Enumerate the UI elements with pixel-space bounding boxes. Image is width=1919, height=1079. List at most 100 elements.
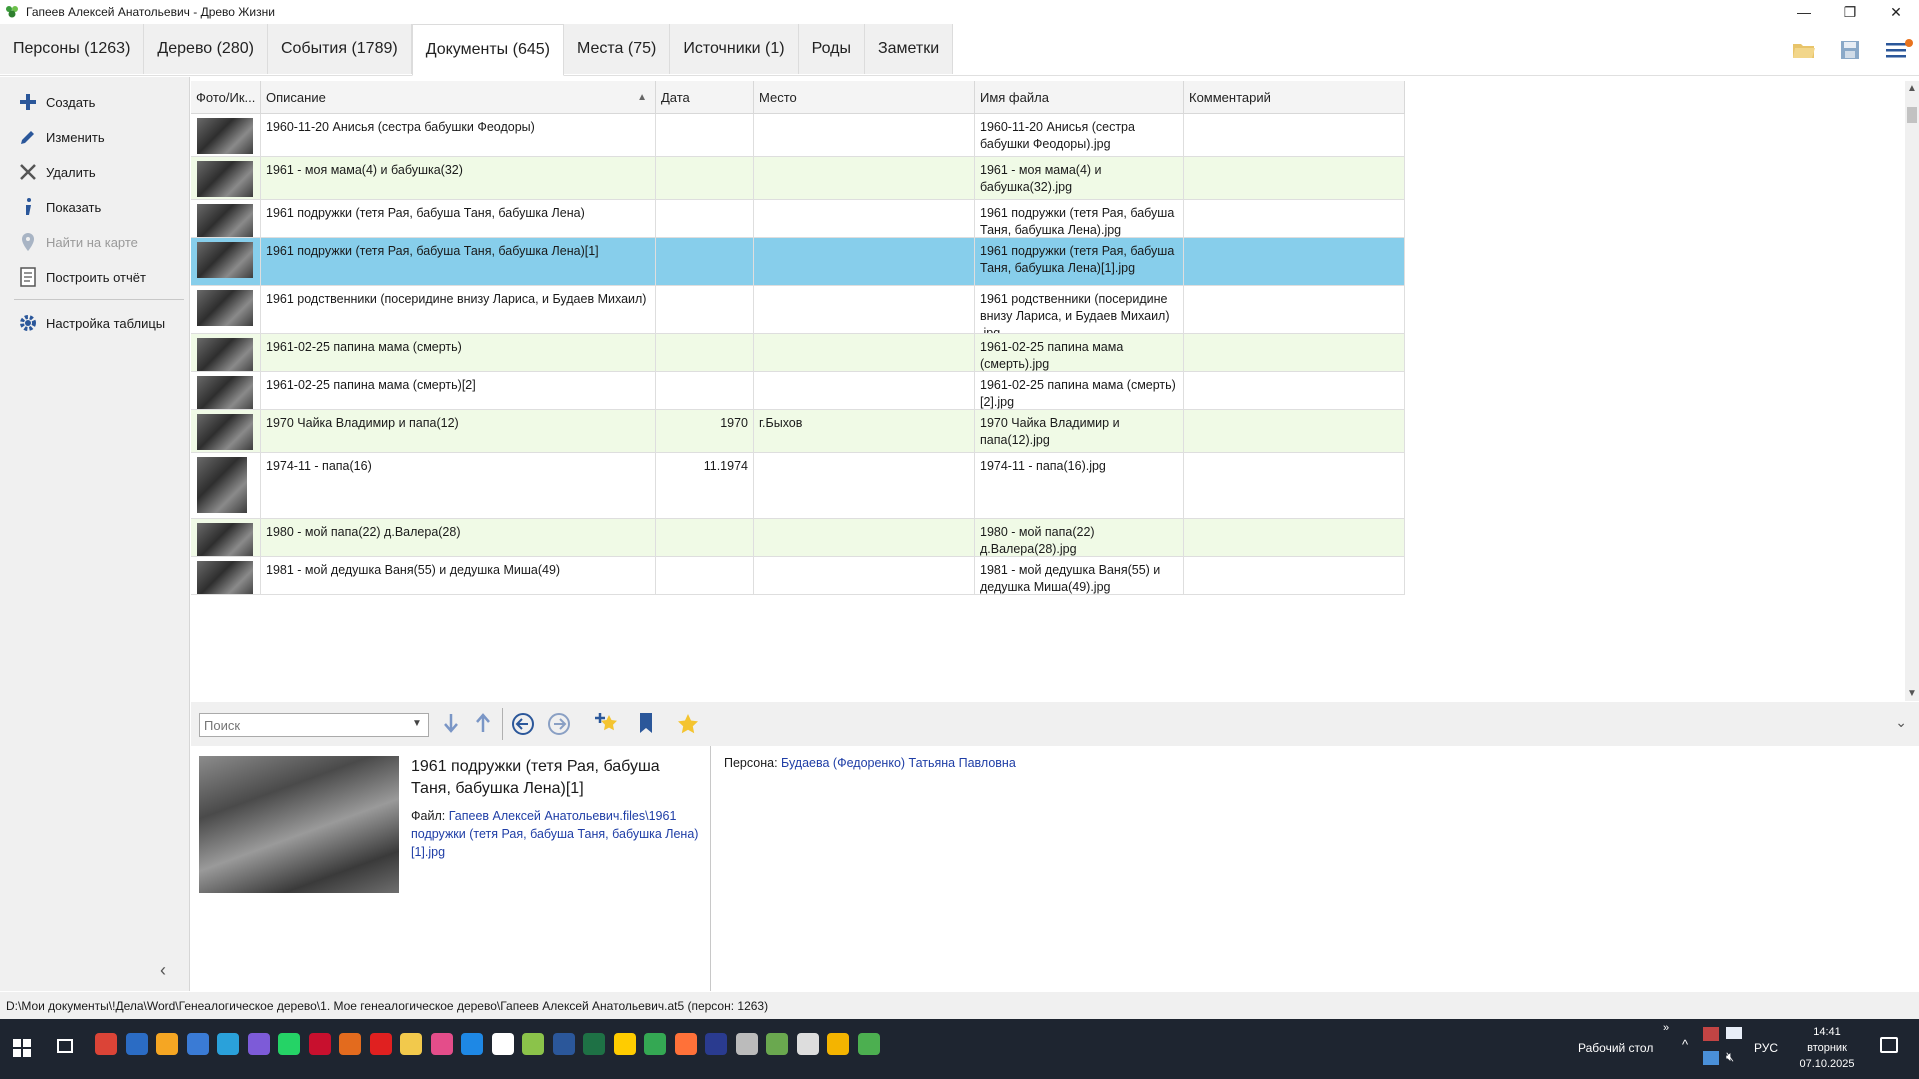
column-header-description[interactable]: Описание ▲: [261, 81, 656, 114]
show-hidden-icons-icon[interactable]: »: [1663, 1022, 1669, 1034]
tab-tree[interactable]: Дерево (280): [144, 24, 268, 74]
table-row[interactable]: 1961-02-25 папина мама (смерть) 1961-02-2…: [191, 334, 1405, 372]
tab-places[interactable]: Места (75): [563, 24, 671, 74]
table-row[interactable]: 1974-11 - папа(16) 11.1974 1974-11 - папа(…: [191, 453, 1405, 519]
app-icon[interactable]: [613, 1033, 636, 1055]
minimize-button[interactable]: —: [1781, 0, 1827, 24]
chrome-icon[interactable]: [95, 1033, 117, 1055]
app-icon[interactable]: [125, 1033, 148, 1055]
table-row[interactable]: 1961-02-25 папина мама (смерть)[2] 1961-0…: [191, 372, 1405, 410]
photo-cell: [191, 453, 261, 519]
volume-muted-icon[interactable]: 🔇︎: [1726, 1049, 1734, 1065]
scroll-thumb[interactable]: [1907, 107, 1917, 123]
desktop-label[interactable]: Рабочий стол: [1578, 1041, 1653, 1055]
tray-chevron-icon[interactable]: ^: [1682, 1037, 1688, 1052]
notifications-icon[interactable]: [1880, 1037, 1898, 1053]
back-circle-icon[interactable]: [511, 712, 535, 739]
find-on-map-button[interactable]: Найти на карте: [16, 227, 138, 257]
date-cell: 1970: [656, 410, 754, 453]
column-header-place[interactable]: Место: [754, 81, 975, 114]
app-icon[interactable]: [339, 1033, 361, 1055]
file-cell: 1960-11-20 Анисья (сестра бабушки Феодор…: [975, 114, 1184, 157]
move-up-arrow-icon[interactable]: [475, 712, 491, 737]
table-row[interactable]: 1961 - моя мама(4) и бабушка(32) 1961 - м…: [191, 157, 1405, 200]
show-button[interactable]: Показать: [16, 192, 101, 222]
app-icon[interactable]: [430, 1033, 453, 1055]
document-photo[interactable]: [199, 756, 399, 893]
opera-icon[interactable]: [369, 1033, 392, 1055]
collapse-sidebar-button[interactable]: ‹: [160, 960, 166, 981]
whatsapp-icon[interactable]: [278, 1033, 300, 1055]
tab-persons[interactable]: Персоны (1263): [0, 24, 145, 74]
keyboard-language[interactable]: РУС: [1754, 1041, 1778, 1055]
table-row[interactable]: 1981 - мой дедушка Ваня(55) и дедушка Ми…: [191, 557, 1405, 595]
person-link[interactable]: Будаева (Федоренко) Татьяна Павловна: [781, 756, 1016, 770]
create-button[interactable]: Создать: [16, 87, 95, 117]
app-icon[interactable]: [400, 1033, 422, 1055]
tab-documents[interactable]: Документы (645): [411, 24, 564, 76]
add-bookmark-icon[interactable]: [595, 711, 619, 738]
map-pin-icon: [16, 230, 40, 254]
tab-notes[interactable]: Заметки: [864, 24, 954, 74]
info-icon: [16, 195, 40, 219]
column-header-date[interactable]: Дата: [656, 81, 754, 114]
open-folder-icon[interactable]: [1781, 40, 1827, 60]
restore-button[interactable]: ❐: [1827, 0, 1873, 24]
viber-icon[interactable]: [247, 1033, 270, 1055]
edit-button[interactable]: Изменить: [16, 122, 105, 152]
column-header-photo[interactable]: Фото/Ик...: [191, 81, 261, 114]
column-header-comment[interactable]: Комментарий: [1184, 81, 1405, 114]
word-icon[interactable]: [552, 1033, 575, 1055]
tab-events[interactable]: События (1789): [267, 24, 412, 74]
save-icon[interactable]: [1827, 40, 1873, 60]
firefox-icon[interactable]: [674, 1033, 697, 1055]
file-explorer-icon[interactable]: [827, 1033, 849, 1055]
file-link[interactable]: Гапеев Алексей Анатольевич.files\1961 по…: [411, 809, 698, 859]
table-row[interactable]: 1970 Чайка Владимир и папа(12) 1970 г.Быхо…: [191, 410, 1405, 453]
avast-icon[interactable]: [156, 1033, 178, 1055]
build-report-button[interactable]: Построить отчёт: [16, 262, 146, 292]
tray-window-icon[interactable]: [1726, 1027, 1742, 1039]
tab-clans[interactable]: Роды: [798, 24, 865, 74]
place-cell: [754, 334, 975, 372]
search-dropdown-icon[interactable]: ▼: [412, 718, 422, 729]
edge-icon[interactable]: [461, 1033, 483, 1055]
search-input[interactable]: [199, 713, 429, 737]
table-row[interactable]: 1980 - мой папа(22) д.Валера(28) 1980 - м…: [191, 519, 1405, 557]
table-row[interactable]: 1960-11-20 Анисья (сестра бабушки Феодор…: [191, 114, 1405, 157]
table-row[interactable]: 1961 подружки (тетя Рая, бабуша Таня, ба…: [191, 238, 1405, 286]
tree-app-icon[interactable]: [857, 1033, 880, 1055]
tray-app-icon[interactable]: [1703, 1027, 1719, 1041]
tray-drive-icon[interactable]: [1703, 1051, 1719, 1065]
favorite-star-icon[interactable]: [676, 712, 700, 739]
chrome-icon[interactable]: [644, 1033, 666, 1055]
clock[interactable]: 14:41 вторник 07.10.2025: [1792, 1024, 1862, 1072]
settings-icon[interactable]: [796, 1033, 819, 1055]
excel-icon[interactable]: [583, 1033, 605, 1055]
move-down-arrow-icon[interactable]: [443, 712, 459, 737]
menu-icon[interactable]: [1873, 39, 1919, 59]
scroll-up-icon[interactable]: ▲: [1907, 83, 1917, 94]
bookmark-icon[interactable]: [638, 712, 654, 737]
photoshop-icon[interactable]: [705, 1033, 727, 1055]
collapse-panel-icon[interactable]: ⌄: [1895, 714, 1907, 731]
table-settings-button[interactable]: Настройка таблицы: [16, 308, 165, 338]
scroll-down-icon[interactable]: ▼: [1907, 688, 1917, 699]
close-button[interactable]: ✕: [1873, 0, 1919, 24]
table-row[interactable]: 1961 подружки (тетя Рая, бабуша Таня, ба…: [191, 200, 1405, 238]
notepad-icon[interactable]: [522, 1033, 544, 1055]
start-windows-icon[interactable]: [13, 1039, 31, 1060]
app-icon[interactable]: [735, 1033, 758, 1055]
telegram-icon[interactable]: [217, 1033, 239, 1055]
delete-button[interactable]: Удалить: [16, 157, 96, 187]
app-icon[interactable]: [766, 1033, 788, 1055]
forward-circle-icon[interactable]: [547, 712, 571, 739]
app-icon[interactable]: [308, 1033, 331, 1055]
app-icon[interactable]: [186, 1033, 209, 1055]
table-vertical-scrollbar[interactable]: ▲ ▼: [1905, 81, 1919, 701]
yandex-icon[interactable]: [491, 1033, 514, 1055]
tab-sources[interactable]: Источники (1): [670, 24, 799, 74]
task-view-icon[interactable]: [57, 1039, 73, 1053]
column-header-filename[interactable]: Имя файла: [975, 81, 1184, 114]
table-row[interactable]: 1961 родственники (посеридине внизу Лари…: [191, 286, 1405, 334]
